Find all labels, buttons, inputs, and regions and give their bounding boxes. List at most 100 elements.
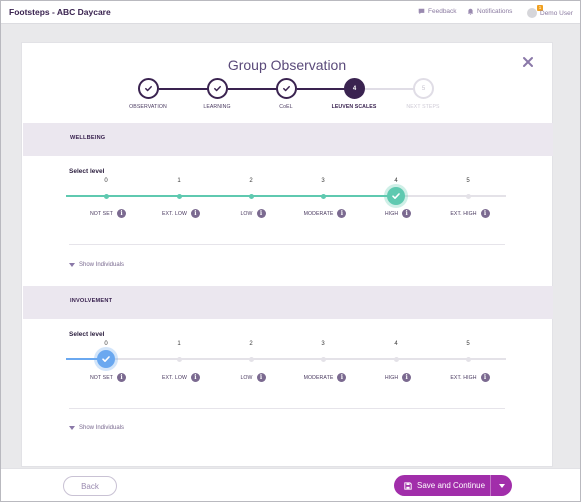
info-icon[interactable]: i bbox=[256, 209, 266, 218]
triangle-down-icon bbox=[69, 426, 75, 430]
level-track-fill bbox=[66, 195, 396, 197]
level-number: 1 bbox=[177, 341, 181, 347]
level-number: 3 bbox=[321, 341, 325, 347]
level-label: MODERATE i bbox=[304, 209, 347, 218]
level-label-text: MODERATE bbox=[303, 210, 334, 217]
level-label: MODERATE i bbox=[304, 373, 347, 382]
info-icon[interactable]: i bbox=[402, 373, 412, 382]
level-label-text: NOT SET bbox=[89, 374, 114, 381]
involvement-show-individuals[interactable]: Show Individuals bbox=[69, 425, 124, 431]
divider bbox=[69, 244, 505, 245]
chevron-down-icon bbox=[498, 483, 505, 488]
footer-bar: Back Save and Continue bbox=[1, 468, 580, 501]
check-icon bbox=[145, 85, 152, 92]
involvement-select-label: Select level bbox=[69, 331, 105, 338]
app-title: Footsteps - ABC Daycare bbox=[9, 7, 111, 17]
check-icon bbox=[102, 356, 110, 362]
level-number: 5 bbox=[466, 178, 470, 184]
feedback-label: Feedback bbox=[428, 8, 457, 15]
save-main-action[interactable]: Save and Continue bbox=[394, 475, 491, 496]
level-dot[interactable] bbox=[248, 356, 254, 362]
level-number: 5 bbox=[466, 341, 470, 347]
level-label: HIGH i bbox=[384, 209, 412, 218]
observation-modal: Group Observation 4 5 OBSERVATION LEARNI… bbox=[21, 42, 553, 467]
save-options-dropdown[interactable] bbox=[491, 483, 512, 488]
user-name: Demo User bbox=[540, 9, 573, 17]
info-icon[interactable]: i bbox=[191, 209, 200, 218]
level-dot[interactable] bbox=[103, 193, 109, 199]
step-label-leuven-scales: LEUVEN SCALES bbox=[331, 104, 377, 110]
level-number: 4 bbox=[394, 341, 398, 347]
level-dot[interactable] bbox=[176, 356, 182, 362]
level-dot[interactable] bbox=[465, 356, 471, 362]
level-label: EXT. HIGH i bbox=[450, 209, 490, 218]
top-bar: Footsteps - ABC Daycare Feedback Notific… bbox=[1, 1, 580, 24]
bell-icon bbox=[467, 8, 474, 15]
level-number: 3 bbox=[321, 178, 325, 184]
level-number: 4 bbox=[394, 178, 398, 184]
level-label: LOW i bbox=[240, 209, 266, 218]
level-dot[interactable] bbox=[320, 193, 326, 199]
step-coel[interactable] bbox=[276, 78, 297, 99]
progress-stepper: 4 5 OBSERVATION LEARNING CoEL LEUVEN SCA… bbox=[22, 43, 552, 118]
step-observation[interactable] bbox=[138, 78, 159, 99]
level-label-text: EXT. LOW bbox=[161, 210, 187, 217]
chat-icon bbox=[418, 8, 425, 15]
show-individuals-label: Show Individuals bbox=[79, 262, 125, 268]
involvement-header: INVOLVEMENT bbox=[23, 286, 553, 319]
level-number: 0 bbox=[104, 341, 108, 347]
level-label-text: EXT. HIGH bbox=[450, 210, 477, 217]
level-dot[interactable] bbox=[320, 356, 326, 362]
step-leuven-scales[interactable]: 4 bbox=[344, 78, 365, 99]
level-label: NOT SET i bbox=[90, 209, 127, 218]
level-label-text: HIGH bbox=[384, 374, 399, 381]
save-and-continue-button[interactable]: Save and Continue bbox=[394, 475, 512, 496]
check-icon bbox=[283, 85, 290, 92]
level-label-text: HIGH bbox=[384, 210, 399, 217]
info-icon[interactable]: i bbox=[337, 209, 347, 218]
info-icon[interactable]: i bbox=[402, 209, 412, 218]
info-icon[interactable]: i bbox=[480, 209, 490, 218]
level-label-text: LOW bbox=[240, 374, 253, 381]
level-selected-handle[interactable] bbox=[387, 187, 405, 205]
level-selected-handle[interactable] bbox=[97, 350, 115, 368]
info-icon[interactable]: i bbox=[191, 373, 200, 382]
level-dot[interactable] bbox=[393, 356, 399, 362]
level-number: 1 bbox=[177, 178, 181, 184]
feedback-link[interactable]: Feedback bbox=[418, 8, 457, 15]
info-icon[interactable]: i bbox=[480, 373, 490, 382]
wellbeing-select-label: Select level bbox=[69, 168, 105, 175]
save-label: Save and Continue bbox=[417, 481, 486, 490]
level-label-text: EXT. LOW bbox=[161, 374, 187, 381]
level-label: EXT. HIGH i bbox=[450, 373, 490, 382]
step-label-learning: LEARNING bbox=[203, 104, 231, 110]
user-menu[interactable]: Demo User bbox=[527, 8, 573, 18]
level-number: 0 bbox=[104, 178, 108, 184]
level-dot[interactable] bbox=[176, 193, 182, 199]
wellbeing-title: WELLBEING bbox=[70, 135, 106, 141]
level-label-text: EXT. HIGH bbox=[450, 374, 477, 381]
level-dot[interactable] bbox=[248, 193, 254, 199]
info-icon[interactable]: i bbox=[337, 373, 347, 382]
back-button[interactable]: Back bbox=[63, 476, 117, 496]
wellbeing-show-individuals[interactable]: Show Individuals bbox=[69, 262, 124, 268]
check-icon bbox=[214, 85, 221, 92]
level-label: HIGH i bbox=[384, 373, 412, 382]
info-icon[interactable]: i bbox=[256, 373, 266, 382]
info-icon[interactable]: i bbox=[117, 209, 127, 218]
step-next-steps[interactable]: 5 bbox=[413, 78, 434, 99]
step-label-observation: OBSERVATION bbox=[129, 104, 167, 110]
triangle-down-icon bbox=[69, 263, 75, 267]
level-label-text: MODERATE bbox=[303, 374, 334, 381]
save-icon bbox=[404, 481, 412, 490]
level-label-text: LOW bbox=[240, 210, 253, 217]
step-learning[interactable] bbox=[207, 78, 228, 99]
involvement-title: INVOLVEMENT bbox=[70, 298, 113, 304]
level-dot[interactable] bbox=[465, 193, 471, 199]
info-icon[interactable]: i bbox=[117, 373, 127, 382]
level-label: EXT. LOW i bbox=[162, 209, 200, 218]
notifications-link[interactable]: Notifications 1 bbox=[467, 5, 543, 15]
avatar bbox=[527, 8, 537, 18]
level-track[interactable] bbox=[66, 358, 506, 360]
level-number: 2 bbox=[249, 341, 253, 347]
